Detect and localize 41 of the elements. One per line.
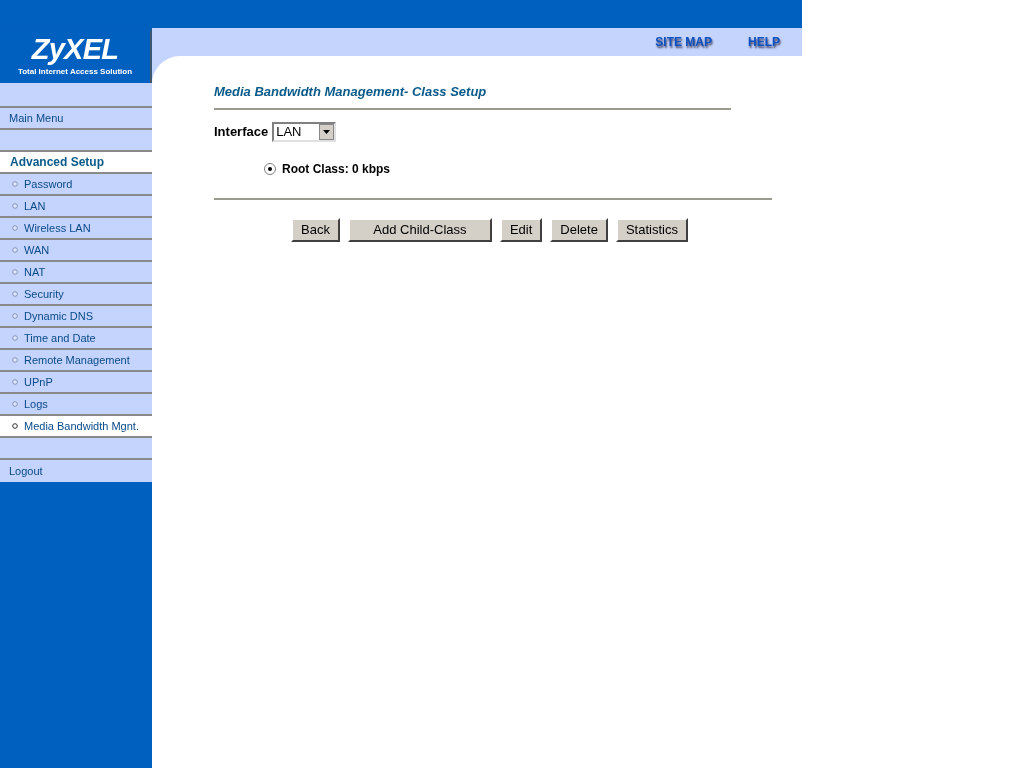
bullet-icon [12, 357, 18, 363]
action-button[interactable]: Back [291, 217, 340, 242]
sidebar-link[interactable]: Logout [0, 460, 152, 482]
action-button[interactable]: Delete [550, 217, 608, 242]
sidebar-item[interactable]: Security [0, 284, 152, 306]
bullet-icon [12, 269, 18, 275]
sidebar-item[interactable]: Remote Management [0, 350, 152, 372]
action-button[interactable]: Add Child-Class [347, 217, 492, 242]
sidebar-item[interactable]: Dynamic DNS [0, 306, 152, 328]
bullet-icon [12, 423, 18, 429]
sidebar-item[interactable]: NAT [0, 262, 152, 284]
sidebar-item[interactable]: Logs [0, 394, 152, 416]
bullet-icon [12, 291, 18, 297]
bullet-icon [12, 203, 18, 209]
field-label: Interface [214, 122, 269, 141]
bullet-icon [12, 335, 18, 341]
sidebar-item[interactable]: Time and Date [0, 328, 152, 350]
sidebar-item[interactable]: Media Bandwidth Mgnt. [0, 416, 152, 438]
sidebar-item[interactable]: UPnP [0, 372, 152, 394]
top-link[interactable]: HELP [748, 33, 780, 51]
bullet-icon [12, 401, 18, 407]
action-button[interactable]: Statistics [615, 217, 688, 242]
action-button[interactable]: Edit [499, 217, 543, 242]
sidebar-item[interactable]: LAN [0, 196, 152, 218]
bullet-icon [12, 379, 18, 385]
bullet-icon [12, 181, 18, 187]
interface-select[interactable]: LAN [272, 121, 337, 142]
class-label: Root Class: 0 kbps [282, 160, 391, 178]
logo-text: ZyXEL [31, 35, 119, 64]
bullet-icon [12, 313, 18, 319]
logo-tagline: Total Internet Access Solution [17, 68, 133, 76]
sidebar-link[interactable]: Main Menu [0, 108, 152, 130]
radio-button[interactable] [264, 162, 276, 175]
sidebar-item[interactable]: WAN [0, 240, 152, 262]
bullet-icon [12, 225, 18, 231]
bullet-icon [12, 247, 18, 253]
sidebar-item[interactable]: Wireless LAN [0, 218, 152, 240]
sidebar-item[interactable]: Password [0, 174, 152, 196]
sidebar-section-title: Advanced Setup [0, 152, 152, 174]
page-title: Media Bandwidth Management- Class Setup [214, 82, 731, 110]
top-link[interactable]: SITE MAP [655, 33, 712, 51]
